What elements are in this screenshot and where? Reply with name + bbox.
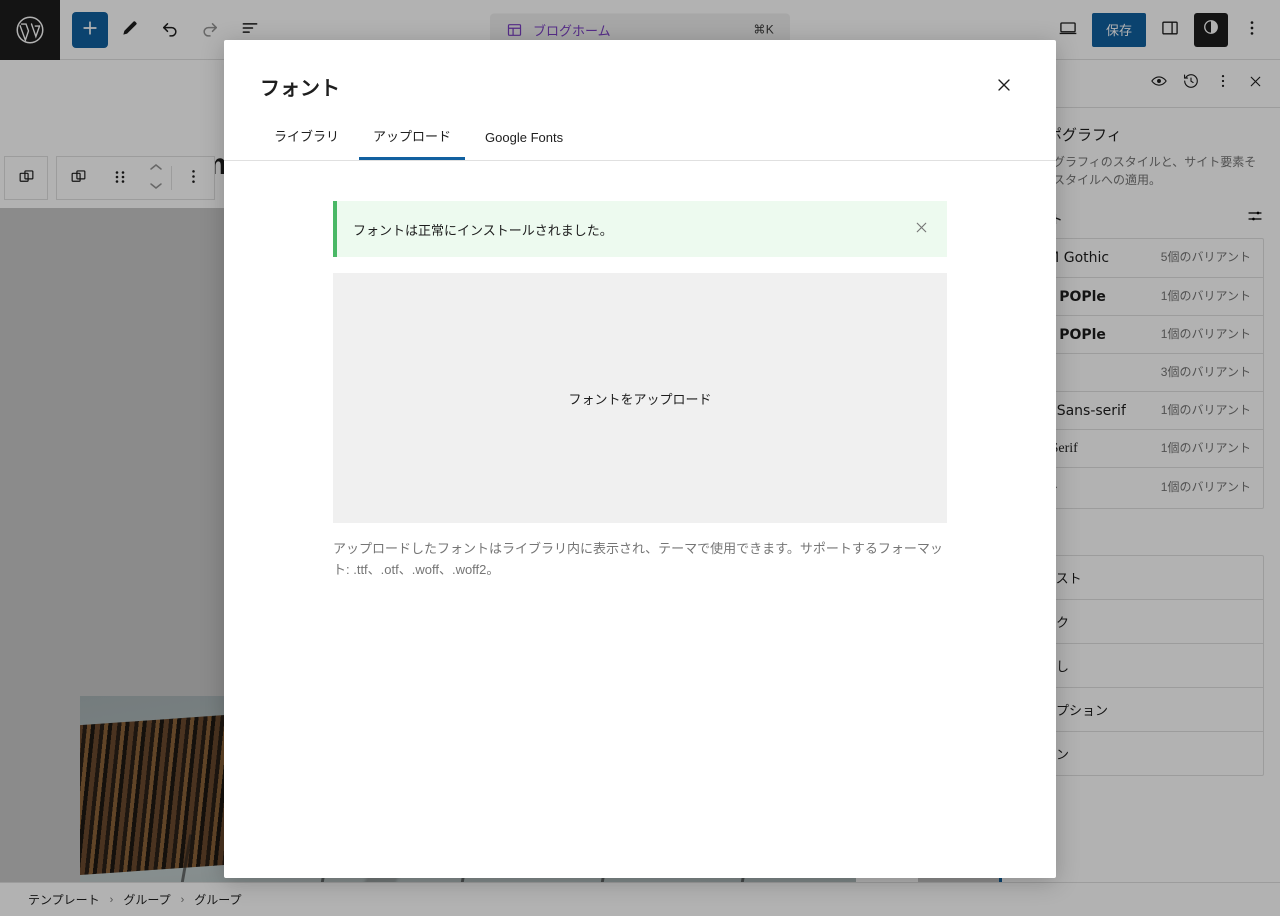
modal-close-button[interactable] [986,68,1022,104]
font-upload-label: フォントをアップロード [568,391,712,407]
modal-header: フォント [224,40,1056,104]
tab-library[interactable]: ライブラリ [260,118,353,160]
close-icon [994,75,1014,98]
dismiss-notice-button[interactable] [907,215,935,243]
modal-title: フォント [260,78,340,100]
modal-body: フォントは正常にインストールされました。 フォントをアップロード アップロードし… [224,161,1056,878]
fonts-modal: フォント ライブラリ アップロード Google Fonts フォントは正常にイ… [224,40,1056,878]
upload-panel: フォントは正常にインストールされました。 フォントをアップロード アップロードし… [333,201,947,581]
close-icon [913,219,930,239]
success-notice-text: フォントは正常にインストールされました。 [353,222,613,238]
modal-tabs: ライブラリ アップロード Google Fonts [224,104,1056,161]
upload-help-text: アップロードしたフォントはライブラリ内に表示され、テーマで使用できます。サポート… [333,541,943,577]
success-notice: フォントは正常にインストールされました。 [333,201,947,257]
tab-upload[interactable]: アップロード [359,118,466,160]
tab-google-fonts[interactable]: Google Fonts [471,122,577,160]
font-upload-dropzone[interactable]: フォントをアップロード [333,273,947,523]
